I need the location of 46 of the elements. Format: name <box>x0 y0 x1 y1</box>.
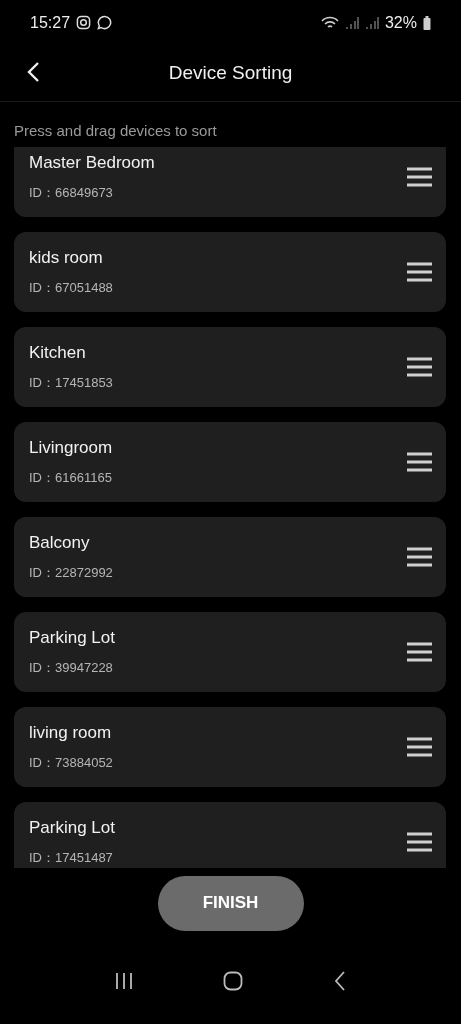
device-card[interactable]: kids room ID：67051488 <box>14 232 446 312</box>
page-title: Device Sorting <box>168 62 293 84</box>
battery-percentage: 32% <box>384 13 417 32</box>
device-name: Master Bedroom <box>29 152 156 173</box>
signal-icon <box>364 15 379 30</box>
recent-apps-button[interactable] <box>115 972 134 990</box>
device-id: ID：73884052 <box>29 753 114 772</box>
chat-app-icon <box>97 15 113 30</box>
device-card[interactable]: Livingroom ID：61661165 <box>14 422 446 502</box>
drag-handle-icon[interactable] <box>407 737 432 757</box>
device-name: Balcony <box>29 532 91 553</box>
home-button[interactable] <box>223 971 244 991</box>
drag-handle-icon[interactable] <box>407 642 432 662</box>
device-name: living room <box>29 722 113 743</box>
drag-handle-icon[interactable] <box>407 357 432 377</box>
device-card[interactable]: living room ID：73884052 <box>14 707 446 787</box>
drag-handle-icon[interactable] <box>407 452 432 472</box>
back-nav-button[interactable] <box>333 971 346 991</box>
device-name: Livingroom <box>29 437 114 458</box>
device-name: Kitchen <box>29 342 87 363</box>
signal-icon <box>344 15 359 30</box>
device-id: ID：17451487 <box>29 848 114 867</box>
device-card[interactable]: Balcony ID：22872992 <box>14 517 446 597</box>
device-id: ID：61661165 <box>29 468 113 487</box>
drag-handle-icon[interactable] <box>407 547 432 567</box>
finish-button[interactable]: FINISH <box>157 875 304 931</box>
camera-app-icon <box>76 15 92 30</box>
device-id: ID：39947228 <box>29 658 114 677</box>
drag-handle-icon[interactable] <box>407 167 432 187</box>
battery-icon <box>423 15 431 30</box>
device-name: kids room <box>29 247 104 268</box>
hint-text: Press and drag devices to sort <box>14 122 218 141</box>
device-card[interactable]: Parking Lot ID：17451487 <box>14 802 446 868</box>
device-id: ID：66849673 <box>29 183 114 202</box>
device-card[interactable]: Kitchen ID：17451853 <box>14 327 446 407</box>
drag-handle-icon[interactable] <box>407 832 432 852</box>
device-name: Parking Lot <box>29 627 116 648</box>
wifi-icon <box>320 15 339 30</box>
device-card[interactable]: Parking Lot ID：39947228 <box>14 612 446 692</box>
device-name: Parking Lot <box>29 817 116 838</box>
device-id: ID：22872992 <box>29 563 114 582</box>
device-id: ID：17451853 <box>29 373 114 392</box>
status-time: 15:27 <box>30 13 71 32</box>
device-id: ID：67051488 <box>29 278 114 297</box>
drag-handle-icon[interactable] <box>407 262 432 282</box>
device-card[interactable]: Master Bedroom ID：66849673 <box>14 147 446 217</box>
